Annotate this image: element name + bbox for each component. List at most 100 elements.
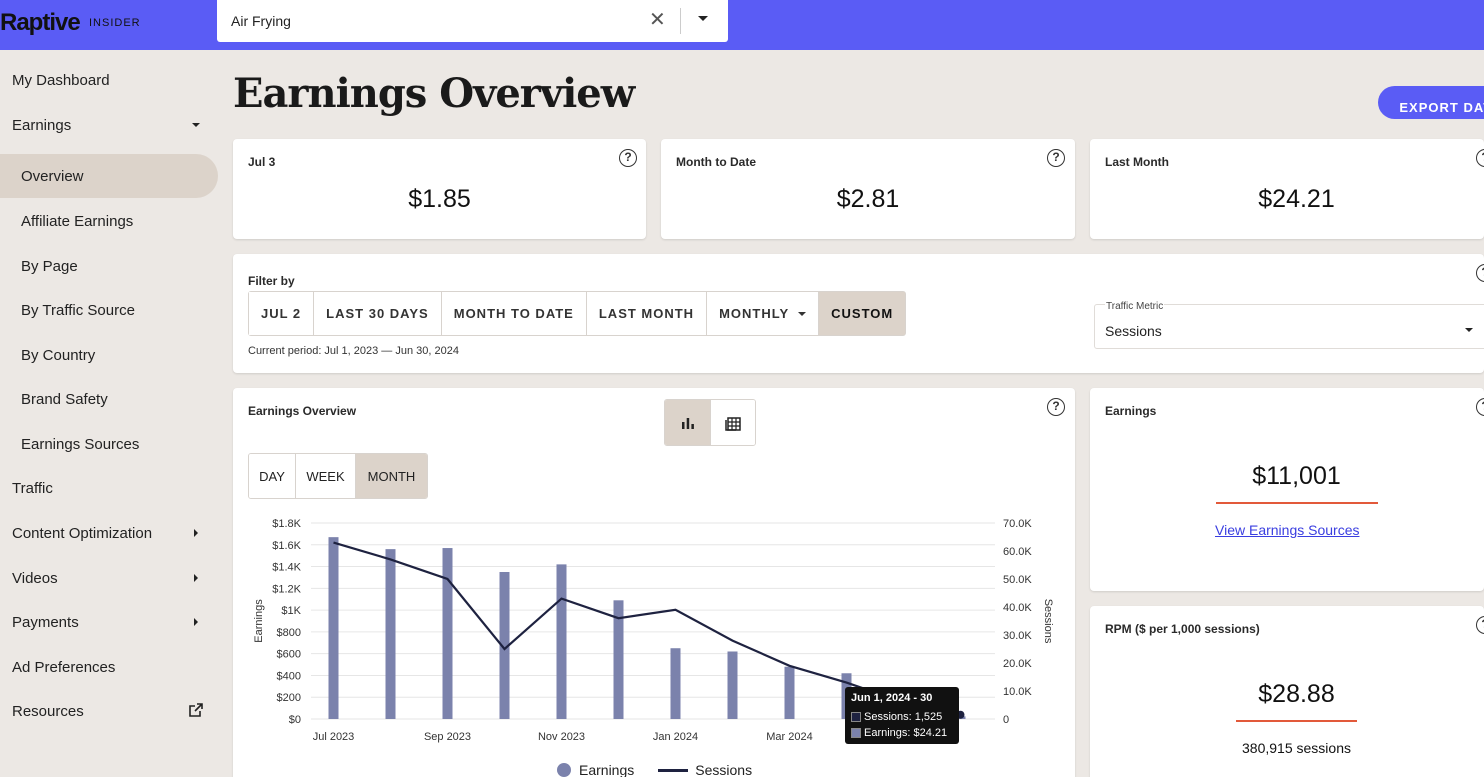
earnings-bar xyxy=(784,666,795,719)
sidebar-item-ad-preferences[interactable]: Ad Preferences xyxy=(0,645,218,689)
filter-custom-button[interactable]: CUSTOM xyxy=(819,292,906,335)
page-title: Earnings Overview xyxy=(233,70,635,117)
help-icon[interactable]: ? xyxy=(1476,264,1484,282)
traffic-metric-value: Sessions xyxy=(1105,323,1162,339)
sidebar-item-earnings[interactable]: Earnings xyxy=(0,103,218,147)
filter-last-30-days-button[interactable]: LAST 30 DAYS xyxy=(314,292,442,335)
chevron-right-icon xyxy=(194,574,198,582)
y-right-tick-label: 20.0K xyxy=(1003,658,1032,670)
chart-view-button[interactable] xyxy=(665,400,711,445)
chart-card-title: Earnings Overview xyxy=(248,404,357,418)
filter-button-label: LAST 30 DAYS xyxy=(326,306,429,321)
filter-button-label: MONTH TO DATE xyxy=(453,306,574,321)
x-tick-label: Jan 2024 xyxy=(653,731,698,743)
filter-title: Filter by xyxy=(248,274,295,288)
sidebar-item-label: Earnings xyxy=(12,117,72,134)
earnings-bar xyxy=(442,548,453,719)
filter-last-month-button[interactable]: LAST MONTH xyxy=(586,292,708,335)
y-tick-label: $400 xyxy=(277,670,301,682)
help-icon[interactable]: ? xyxy=(1476,398,1484,416)
close-icon[interactable]: ✕ xyxy=(649,10,666,30)
legend-earnings[interactable]: Earnings xyxy=(579,762,634,777)
y-axis-title: Earnings xyxy=(253,599,265,643)
chevron-down-icon[interactable] xyxy=(698,16,708,21)
top-bar: Raptive INSIDER Air Frying ✕ xyxy=(0,0,1484,50)
y-tick-label: $800 xyxy=(277,627,301,639)
chevron-down-icon xyxy=(192,123,200,127)
legend-sessions[interactable]: Sessions xyxy=(695,762,752,777)
chevron-down-icon xyxy=(1465,328,1473,332)
granularity-week-button[interactable]: WEEK xyxy=(296,454,356,498)
earnings-bar xyxy=(556,564,567,719)
help-icon[interactable]: ? xyxy=(1047,398,1065,416)
chart-tooltip: Jun 1, 2024 - 30 Sessions: 1,525 Earning… xyxy=(845,687,959,744)
site-selector[interactable]: Air Frying ✕ xyxy=(217,0,728,42)
granularity-toggle: DAY WEEK MONTH xyxy=(248,453,428,499)
sidebar-item-traffic[interactable]: Traffic xyxy=(0,466,218,510)
filter-jul-2-button[interactable]: JUL 2 xyxy=(249,292,315,335)
sidebar-item-label: Overview xyxy=(21,168,84,185)
filter-button-label: LAST MONTH xyxy=(598,306,695,321)
sidebar-item-content-optimization[interactable]: Content Optimization xyxy=(0,511,218,555)
y-right-tick-label: 10.0K xyxy=(1003,686,1032,698)
view-earnings-sources-link[interactable]: View Earnings Sources xyxy=(1215,522,1359,538)
rpm-sessions: 380,915 sessions xyxy=(1242,740,1351,756)
y-tick-label: $0 xyxy=(289,714,301,726)
tooltip-title: Jun 1, 2024 - 30 xyxy=(851,692,933,704)
traffic-metric-select[interactable]: Traffic Metric Sessions xyxy=(1094,301,1484,349)
granularity-month-button[interactable]: MONTH xyxy=(356,454,427,498)
y-right-tick-label: 50.0K xyxy=(1003,574,1032,586)
sidebar-item-my-dashboard[interactable]: My Dashboard xyxy=(0,58,218,102)
filter-button-label: JUL 2 xyxy=(261,306,302,321)
chevron-down-icon xyxy=(798,311,807,316)
sidebar-item-by-page[interactable]: By Page xyxy=(0,244,218,288)
sidebar-item-label: Resources xyxy=(12,703,84,720)
current-period: Current period: Jul 1, 2023 — Jun 30, 20… xyxy=(248,345,459,357)
filter-monthly-dropdown[interactable]: MONTHLY xyxy=(707,292,820,335)
table-view-button[interactable] xyxy=(711,400,755,445)
y-tick-label: $1.2K xyxy=(272,583,301,595)
sidebar-item-resources[interactable]: Resources xyxy=(0,689,218,733)
rpm-card: RPM ($ per 1,000 sessions) ? $28.88 380,… xyxy=(1090,606,1484,777)
sidebar-item-payments[interactable]: Payments xyxy=(0,600,218,644)
sidebar-item-overview[interactable]: Overview xyxy=(0,154,218,198)
help-icon[interactable]: ? xyxy=(619,149,637,167)
sidebar-item-brand-safety[interactable]: Brand Safety xyxy=(0,377,218,421)
tooltip-sessions: Sessions: 1,525 xyxy=(864,711,943,723)
sidebar-item-by-country[interactable]: By Country xyxy=(0,333,218,377)
y-right-tick-label: 60.0K xyxy=(1003,546,1032,558)
help-icon[interactable]: ? xyxy=(1476,616,1484,634)
sidebar-item-by-traffic-source[interactable]: By Traffic Source xyxy=(0,288,218,332)
sidebar-item-earnings-sources[interactable]: Earnings Sources xyxy=(0,422,218,466)
site-selector-value[interactable]: Air Frying xyxy=(231,13,291,29)
granularity-label: DAY xyxy=(259,468,285,484)
external-link-icon xyxy=(189,703,203,717)
y-right-tick-label: 70.0K xyxy=(1003,518,1032,530)
summary-value: $24.21 xyxy=(1258,185,1335,213)
sidebar-item-affiliate-earnings[interactable]: Affiliate Earnings xyxy=(0,199,218,243)
help-icon[interactable]: ? xyxy=(1476,149,1484,167)
chart-legend: Earnings Sessions xyxy=(557,762,752,777)
tooltip-earnings: Earnings: $24.21 xyxy=(864,727,948,739)
y-tick-label: $1.4K xyxy=(272,562,301,574)
legend-sessions-marker[interactable] xyxy=(658,768,689,772)
sidebar-item-label: Brand Safety xyxy=(21,391,108,408)
view-toggle xyxy=(664,399,756,446)
summary-value: $1.85 xyxy=(408,185,471,213)
help-icon[interactable]: ? xyxy=(1047,149,1065,167)
summary-card: Last Month ? $24.21 xyxy=(1090,139,1484,239)
sidebar-item-label: Payments xyxy=(12,614,79,631)
brand-logo[interactable]: Raptive xyxy=(0,9,81,37)
y-right-tick-label: 0 xyxy=(1003,714,1009,726)
sidebar-item-label: Content Optimization xyxy=(12,525,153,542)
earnings-total-value: $11,001 xyxy=(1252,462,1341,490)
sidebar-item-videos[interactable]: Videos xyxy=(0,556,218,600)
granularity-day-button[interactable]: DAY xyxy=(249,454,296,498)
legend-earnings-marker[interactable] xyxy=(557,763,571,777)
summary-label: Last Month xyxy=(1105,155,1169,169)
export-data-button[interactable]: EXPORT DATA xyxy=(1378,86,1484,119)
sidebar-item-label: By Traffic Source xyxy=(21,302,135,319)
earnings-bar xyxy=(328,537,339,719)
y-tick-label: $200 xyxy=(277,692,301,704)
filter-month-to-date-button[interactable]: MONTH TO DATE xyxy=(441,292,587,335)
